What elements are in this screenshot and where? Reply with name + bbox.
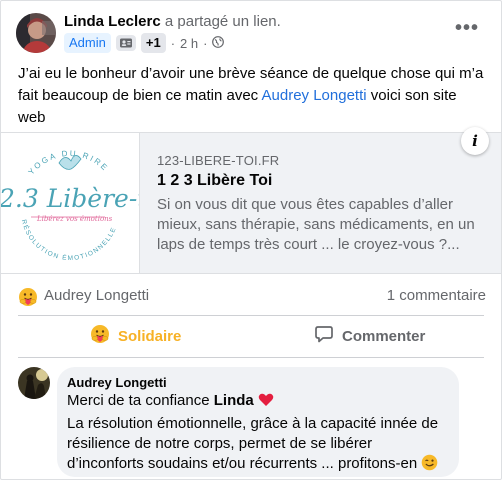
comment-button[interactable]: Commenter (314, 323, 425, 349)
support-button[interactable]: Solidaire (90, 323, 181, 349)
comment-line1: Merci de ta confiance (67, 392, 210, 409)
support-label: Solidaire (118, 327, 182, 345)
divider (18, 357, 484, 358)
plus-badge[interactable]: +1 (140, 33, 166, 53)
more-options-button[interactable]: ••• (455, 18, 479, 38)
link-preview[interactable]: YOGA DU RIRE 2.3 Libère-t Libérez vos ém… (1, 127, 501, 274)
admin-card-icon[interactable] (115, 35, 136, 51)
more-icon: ••• (454, 17, 479, 39)
svg-text:RÉSOLUTION ÉMOTIONNELLE: RÉSOLUTION ÉMOTIONNELLE (20, 219, 118, 262)
logo-main-text: 2.3 Libère-t (1, 184, 139, 213)
reaction-summary: Audrey Longetti 1 commentaire (18, 287, 486, 307)
author-name[interactable]: Linda Leclerc (64, 13, 161, 30)
comment-mention[interactable]: Linda (214, 392, 254, 409)
mention-link[interactable]: Audrey Longetti (262, 87, 367, 104)
link-domain: 123-LIBERE-TOI.FR (157, 153, 280, 168)
info-icon[interactable]: i (461, 127, 489, 155)
winking-emoji (421, 454, 438, 477)
comment-count[interactable]: 1 commentaire (387, 287, 486, 304)
commenter-avatar[interactable] (18, 367, 50, 399)
post-body: J’ai eu le bonheur d’avoir une brève séa… (18, 63, 488, 129)
care-reaction-icon (90, 324, 110, 348)
comment-bubble: Audrey Longetti Merci de ta confiance Li… (57, 367, 459, 477)
comment-text: Merci de ta confiance Linda La résolutio… (67, 391, 453, 477)
link-title[interactable]: 1 2 3 Libère Toi (157, 172, 272, 190)
comment-label: Commenter (342, 327, 426, 345)
admin-badge[interactable]: Admin (64, 33, 111, 53)
post-time[interactable]: 2 h (180, 36, 198, 51)
logo-tagline: Libérez vos émotions (36, 215, 113, 223)
post-meta: Admin +1 · 2 h · (64, 33, 225, 53)
globe-icon[interactable] (212, 35, 225, 51)
care-reaction-icon[interactable] (18, 287, 38, 311)
link-description: Si on vous dit que vous êtes capables d’… (157, 196, 475, 253)
reactor-name[interactable]: Audrey Longetti (44, 287, 149, 304)
post-author-line: Linda Leclerc a partagé un lien. (64, 13, 281, 30)
link-info[interactable]: 123-LIBERE-TOI.FR 1 2 3 Libère Toi Si on… (140, 133, 501, 273)
shared-link-text: a partagé un lien. (164, 13, 281, 30)
link-thumbnail-logo[interactable]: YOGA DU RIRE 2.3 Libère-t Libérez vos ém… (1, 133, 140, 273)
post-card: Linda Leclerc a partagé un lien. Admin +… (0, 0, 502, 480)
author-avatar[interactable] (16, 13, 56, 53)
logo-arc-bottom: RÉSOLUTION ÉMOTIONNELLE (20, 219, 117, 262)
separator: · (203, 35, 208, 51)
divider (18, 315, 484, 316)
separator: · (170, 35, 176, 51)
comment-body: La résolution émotionnelle, grâce à la c… (67, 415, 439, 472)
heart-emoji (258, 392, 274, 414)
comment-author[interactable]: Audrey Longetti (67, 375, 167, 390)
speech-bubble-icon (314, 324, 334, 348)
